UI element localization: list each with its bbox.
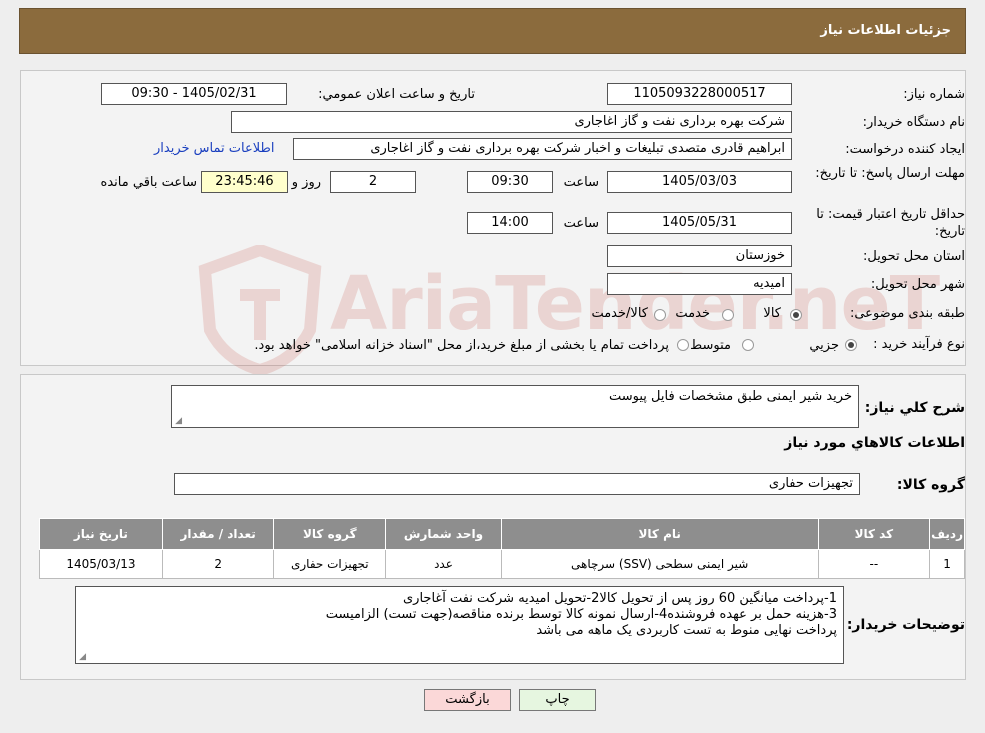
buyer-org-label: نام دستگاه خریدار: [862, 115, 965, 130]
process-label: نوع فرآیند خرید : [873, 337, 965, 352]
remaining-time-label: ساعت باقي مانده [100, 175, 197, 190]
announce-label: تاریخ و ساعت اعلان عمومي: [318, 87, 475, 102]
cell-unit: عدد [385, 549, 502, 579]
description-text: خرید شیر ایمنی طبق مشخصات فایل پیوست [608, 389, 852, 404]
print-button[interactable]: چاپ [519, 689, 596, 711]
reply-deadline-label: مهلت ارسال پاسخ: تا تاریخ: [815, 166, 965, 181]
buyer-org-field: شرکت بهره برداری نفت و گاز اغاجاری [231, 111, 792, 133]
validity-time-field: 14:00 [467, 212, 553, 234]
process-treasury-note: پرداخت تمام یا بخشی از مبلغ خرید،از محل … [254, 338, 669, 353]
cell-group: تجهیزات حفاری [273, 549, 387, 579]
province-field: خوزستان [607, 245, 792, 267]
table-row: 1 -- شیر ایمنی سطحی (SSV) سرچاهی عدد تجه… [39, 549, 965, 579]
goods-group-field: تجهیزات حفاری [174, 473, 860, 495]
announce-datetime-field: 1405/02/31 - 09:30 [101, 83, 287, 105]
page-title: جزئیات اطلاعات نیاز [820, 23, 951, 38]
col-header-need-date: تاریخ نیاز [39, 518, 163, 550]
page-header: جزئیات اطلاعات نیاز [19, 8, 966, 54]
cell-code: -- [817, 549, 931, 579]
reply-time-label: ساعت [563, 175, 599, 190]
col-header-group: گروه کالا [273, 518, 387, 550]
city-label: شهر محل تحویل: [870, 277, 965, 292]
col-header-quantity: تعداد / مقدار [161, 518, 275, 550]
city-field: امیدیه [607, 273, 792, 295]
goods-group-label: گروه کالا: [896, 477, 965, 493]
buyer-notes-line-2: 3-هزینه حمل بر عهده فروشنده4-ارسال نمونه… [325, 607, 837, 622]
goods-info-title: اطلاعات کالاهاي مورد نیاز [784, 435, 965, 451]
back-button[interactable]: بازگشت [424, 689, 511, 711]
table-header-row: ردیف کد کالا نام کالا واحد شمارش گروه کا… [39, 518, 965, 550]
col-header-code: کد کالا [817, 518, 931, 550]
validity-time-label: ساعت [563, 216, 599, 231]
buyer-notes-line-1: 1-پرداخت میانگین 60 روز پس از تحویل کالا… [403, 591, 837, 606]
validity-label: حداقل تاریخ اعتبار قیمت: تا تاریخ: [816, 207, 965, 239]
resize-grip-icon[interactable]: ◢ [174, 417, 182, 426]
buyer-notes-line-3: پرداخت نهایی منوط به تست کاربردی یک ماهه… [536, 623, 837, 638]
reply-time-field: 09:30 [467, 171, 553, 193]
days-label: روز و [291, 175, 321, 190]
category-service-label: خدمت [675, 306, 710, 321]
process-radio-medium[interactable] [742, 339, 754, 351]
col-header-name: نام کالا [500, 518, 819, 550]
description-label: شرح کلي نیاز: [864, 400, 965, 416]
category-goods-service-label: کالا/خدمت [591, 306, 648, 321]
need-number-field: 1105093228000517 [607, 83, 792, 105]
buyer-contact-link[interactable]: اطلاعات تماس خریدار [154, 141, 274, 156]
remaining-time-field: 23:45:46 [201, 171, 288, 193]
validity-date-field: 1405/05/31 [607, 212, 792, 234]
process-minor-label: جزیي [809, 338, 839, 353]
category-label: طبقه بندی موضوعی: [849, 306, 965, 321]
col-header-unit: واحد شمارش [385, 518, 502, 550]
cell-need-date: 1405/03/13 [39, 549, 163, 579]
need-number-label: شماره نیاز: [903, 87, 965, 102]
province-label: استان محل تحویل: [863, 249, 965, 264]
cell-quantity: 2 [161, 549, 275, 579]
resize-grip-icon[interactable]: ◢ [78, 653, 86, 662]
reply-date-field: 1405/03/03 [607, 171, 792, 193]
category-radio-service[interactable] [722, 309, 734, 321]
days-field: 2 [330, 171, 416, 193]
requester-label: ایجاد کننده درخواست: [845, 142, 965, 157]
goods-table: ردیف کد کالا نام کالا واحد شمارش گروه کا… [39, 518, 965, 579]
buyer-notes-textarea[interactable]: 1-پرداخت میانگین 60 روز پس از تحویل کالا… [75, 586, 844, 664]
requester-field: ابراهیم قادری متصدی تبلیغات و اخبار شرکت… [293, 138, 792, 160]
cell-name: شیر ایمنی سطحی (SSV) سرچاهی [500, 549, 819, 579]
category-radio-goods[interactable] [790, 309, 802, 321]
buyer-notes-label: توضیحات خریدار: [846, 617, 965, 633]
cell-row-num: 1 [929, 549, 965, 579]
process-radio-minor[interactable] [845, 339, 857, 351]
category-goods-label: کالا [763, 306, 781, 321]
description-textarea[interactable]: خرید شیر ایمنی طبق مشخصات فایل پیوست ◢ [171, 385, 859, 428]
category-radio-goods-service[interactable] [654, 309, 666, 321]
process-radio-treasury [677, 339, 689, 351]
col-header-row-num: ردیف [929, 518, 965, 550]
process-medium-label: متوسط [690, 338, 731, 353]
